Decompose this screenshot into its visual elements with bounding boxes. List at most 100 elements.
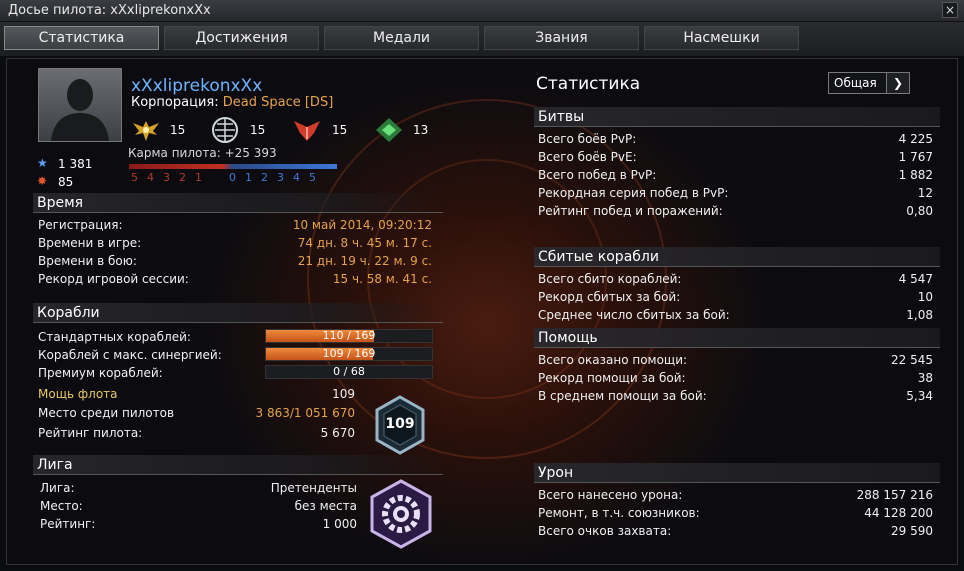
pilot-rating-value: 5 670	[320, 426, 355, 440]
karma-value: +25 393	[224, 146, 277, 160]
win-streak-label: Рекордная серия побед в PvP:	[538, 186, 729, 200]
win-streak-value: 12	[917, 186, 933, 200]
pvp-battles-value: 4 225	[898, 132, 933, 146]
premium-ships-label: Премиум кораблей:	[38, 366, 163, 380]
chevron-down-icon[interactable]: ❯	[886, 73, 909, 93]
fleet-power-badge: 109	[373, 395, 427, 455]
total-damage-label: Всего нанесено урона:	[538, 488, 683, 502]
pve-battles-label: Всего боёв PvE:	[538, 150, 637, 164]
standard-ships-label: Стандартных кораблей:	[38, 330, 191, 344]
star-icon: ★	[37, 156, 48, 170]
pvp-battles-label: Всего боёв PvP:	[538, 132, 637, 146]
stars-count: 1 381	[58, 157, 93, 171]
synergy-ships-label: Кораблей с макс. синергией:	[38, 348, 222, 362]
pilot-place: 3 863	[255, 406, 290, 420]
kills-record-label: Рекорд сбитых за бой:	[538, 290, 681, 304]
badge-value: 109	[385, 416, 415, 432]
tab-statistics[interactable]: Статистика	[4, 26, 159, 50]
time-header: Время	[33, 193, 443, 213]
skulls-count: 85	[58, 175, 74, 189]
synergy-ships-value: 109 / 169	[322, 347, 376, 360]
stats-dropdown[interactable]: Общая ❯	[828, 72, 910, 94]
tab-medals[interactable]: Медали	[324, 26, 479, 50]
rank-value: 13	[413, 123, 429, 137]
jericho-rank-icon	[292, 117, 322, 143]
fleet-power-value: 109	[332, 387, 355, 401]
corporation-name[interactable]: Dead Space [DS]	[223, 95, 334, 110]
empire-rank-icon	[210, 116, 240, 144]
premium-ships-value: 0 / 68	[333, 365, 365, 378]
time-in-game-label: Времени в игре:	[38, 236, 142, 250]
pilot-place-label: Место среди пилотов	[38, 406, 175, 420]
league-badge-icon	[369, 479, 433, 549]
corporation-label: Корпорация:	[131, 95, 219, 110]
rank-value: 15	[250, 123, 266, 137]
rank-value: 15	[170, 123, 186, 137]
league-label: Лига:	[40, 481, 75, 495]
capture-points-value: 29 590	[891, 524, 933, 538]
pilot-name: xXxliprekonxXx	[131, 76, 263, 96]
league-rating-label: Рейтинг:	[40, 517, 96, 531]
win-loss-ratio-value: 0,80	[906, 204, 933, 218]
window-title: Досье пилота: xXxliprekonxXx	[8, 3, 211, 18]
pve-battles-value: 1 767	[898, 150, 933, 164]
standard-ships-value: 110 / 169	[322, 329, 376, 342]
karma-row: Карма пилота: +25 393	[128, 146, 277, 160]
assists-average-label: В среднем помощи за бой:	[538, 389, 707, 403]
ships-header: Корабли	[33, 303, 443, 323]
title-bar: Досье пилота: xXxliprekonxXx ×	[0, 0, 964, 22]
karma-scale-negative: 54321	[131, 171, 211, 184]
rank-value: 15	[332, 123, 348, 137]
session-record-label: Рекорд игровой сессии:	[38, 272, 189, 286]
registration-label: Регистрация:	[38, 218, 123, 232]
assists-average-value: 5,34	[906, 389, 933, 403]
pilot-place-total: /1 051 670	[289, 406, 355, 420]
time-in-battle-value: 21 дн. 19 ч. 22 м. 9 с.	[297, 254, 432, 268]
pirate-rank-icon	[374, 116, 404, 144]
skull-icon: ✸	[37, 174, 48, 188]
registration-value: 10 май 2014, 09:20:12	[292, 218, 432, 232]
dossier-panel: xXxliprekonxXx Корпорация: Dead Space [D…	[6, 58, 958, 565]
session-record-value: 15 ч. 58 м. 41 с.	[332, 272, 432, 286]
kills-record-value: 10	[917, 290, 933, 304]
synergy-ships-bar: 109 / 169	[265, 347, 433, 361]
federation-rank-icon	[131, 117, 161, 143]
damage-header: Урон	[534, 463, 940, 483]
avatar[interactable]	[38, 68, 122, 142]
fleet-power-label: Мощь флота	[38, 387, 118, 401]
tab-taunts[interactable]: Насмешки	[644, 26, 799, 50]
league-place-value: без места	[294, 499, 357, 513]
pilot-place-value: 3 863/1 051 670	[227, 406, 355, 420]
premium-ships-bar: 0 / 68	[265, 365, 433, 379]
pvp-wins-label: Всего побед в PvP:	[538, 168, 657, 182]
close-button[interactable]: ×	[942, 2, 958, 18]
total-assists-label: Всего оказано помощи:	[538, 353, 688, 367]
capture-points-label: Всего очков захвата:	[538, 524, 672, 538]
kills-average-value: 1,08	[906, 308, 933, 322]
karma-bar	[129, 164, 337, 169]
total-kills-value: 4 547	[898, 272, 933, 286]
tab-achievements[interactable]: Достижения	[164, 26, 319, 50]
assists-record-value: 38	[917, 371, 933, 385]
tab-bar: Статистика Достижения Медали Звания Насм…	[0, 22, 964, 56]
league-rating-value: 1 000	[322, 517, 357, 531]
stats-title: Статистика	[536, 74, 641, 94]
assists-record-label: Рекорд помощи за бой:	[538, 371, 686, 385]
tab-ranks[interactable]: Звания	[484, 26, 639, 50]
league-header: Лига	[33, 455, 443, 475]
karma-scale-positive: 012345	[229, 171, 325, 184]
karma-label: Карма пилота:	[128, 146, 221, 160]
total-assists-value: 22 545	[891, 353, 933, 367]
pvp-wins-value: 1 882	[898, 168, 933, 182]
total-kills-label: Всего сбито кораблей:	[538, 272, 682, 286]
league-place-label: Место:	[40, 499, 83, 513]
stats-dropdown-value: Общая	[834, 76, 877, 90]
win-loss-ratio-label: Рейтинг побед и поражений:	[538, 204, 723, 218]
standard-ships-bar: 110 / 169	[265, 329, 433, 343]
battles-header: Битвы	[534, 107, 940, 127]
league-value: Претенденты	[270, 481, 357, 495]
repair-value: 44 128 200	[864, 506, 933, 520]
kills-header: Сбитые корабли	[534, 247, 940, 267]
silhouette-icon	[51, 79, 109, 141]
time-in-battle-label: Времени в бою:	[38, 254, 137, 268]
